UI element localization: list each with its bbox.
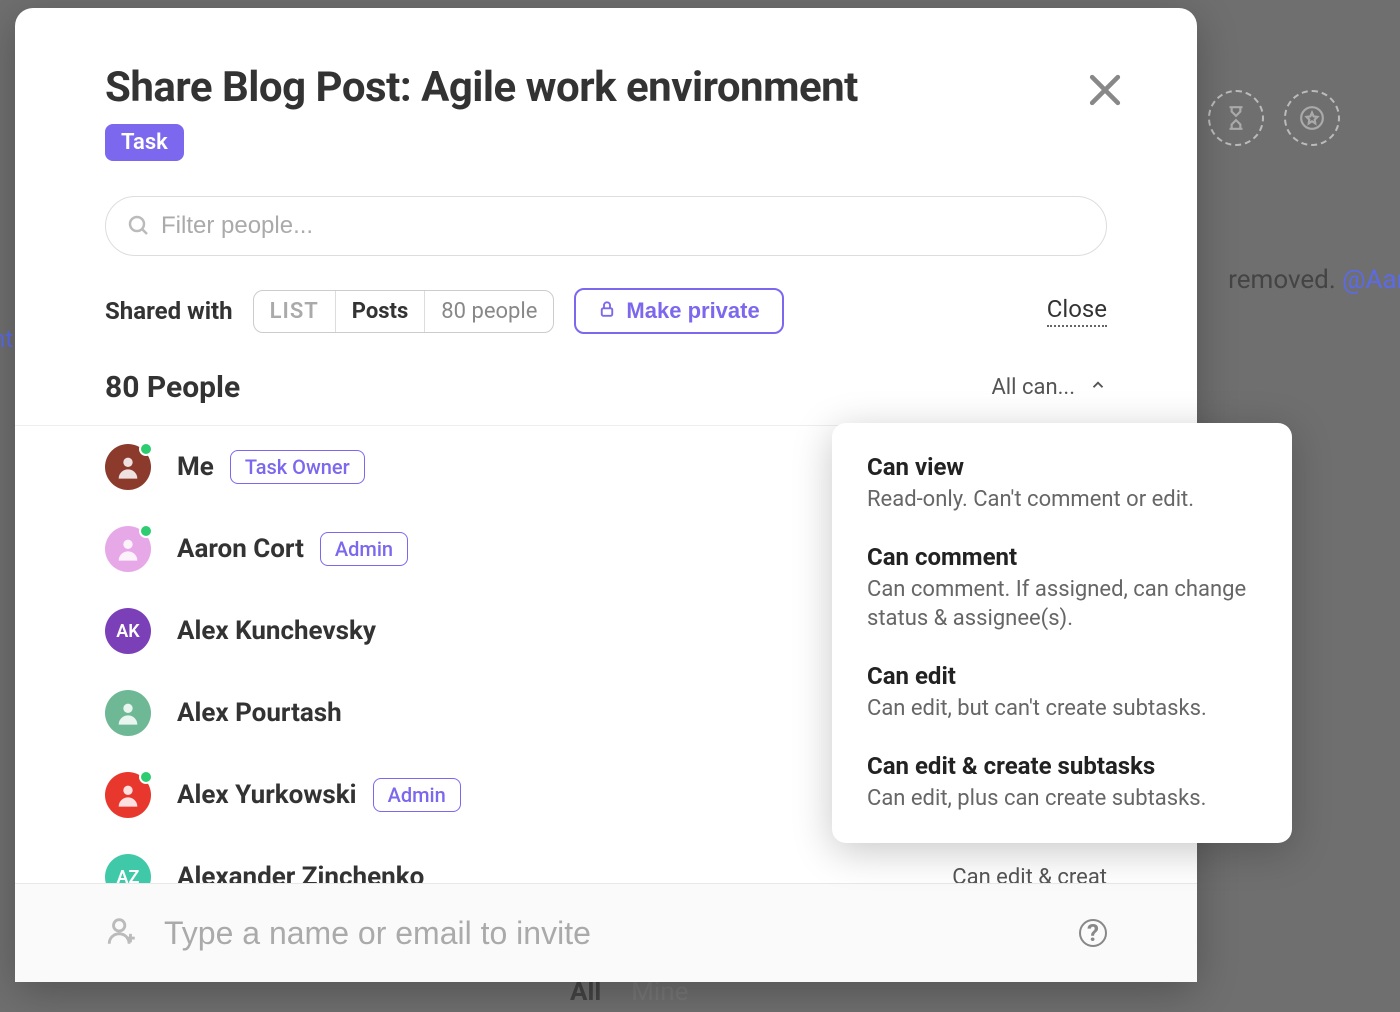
- permission-option[interactable]: Can edit Can edit, but can't create subta…: [867, 662, 1257, 724]
- permission-option[interactable]: Can comment Can comment. If assigned, can…: [867, 543, 1257, 634]
- help-icon[interactable]: ?: [1079, 919, 1107, 947]
- person-name: Alex Kunchevsky: [177, 616, 376, 646]
- permission-dropdown: Can view Read-only. Can't comment or edit…: [832, 423, 1292, 843]
- avatar: [105, 690, 151, 736]
- avatar: AK: [105, 608, 151, 654]
- segment-count: 80 people: [425, 291, 553, 332]
- permission-option[interactable]: Can edit & create subtasks Can edit, plus…: [867, 752, 1257, 814]
- avatar: [105, 772, 151, 818]
- permission-option-desc: Can comment. If assigned, can change sta…: [867, 575, 1257, 634]
- role-badge: Task Owner: [230, 450, 365, 484]
- background-text: removed. @Aaro: [1228, 265, 1400, 295]
- avatar: [105, 444, 151, 490]
- presence-indicator: [139, 770, 153, 784]
- segment-posts[interactable]: Posts: [336, 291, 426, 332]
- task-badge: Task: [105, 124, 184, 161]
- person-name: Me: [177, 452, 214, 482]
- close-icon[interactable]: [1083, 68, 1127, 112]
- all-can-dropdown-trigger[interactable]: All can...: [991, 375, 1107, 400]
- person-row[interactable]: AZ Alexander Zinchenko Can edit & creat: [105, 836, 1107, 883]
- person-name: Alex Pourtash: [177, 698, 342, 728]
- permission-option-title: Can edit & create subtasks: [867, 752, 1257, 780]
- person-name: Aaron Cort: [177, 534, 304, 564]
- people-count-header: 80 People: [105, 370, 240, 405]
- make-private-button[interactable]: Make private: [574, 288, 783, 334]
- shared-with-segment[interactable]: LIST Posts 80 people: [253, 290, 555, 333]
- permission-label[interactable]: Can edit & creat: [952, 865, 1107, 884]
- permission-option-desc: Can edit, but can't create subtasks.: [867, 694, 1257, 724]
- permission-option-title: Can view: [867, 453, 1257, 481]
- share-modal: Share Blog Post: Agile work environment …: [15, 8, 1197, 982]
- star-icon: [1284, 90, 1340, 146]
- hourglass-icon: [1208, 90, 1264, 146]
- permission-option-desc: Can edit, plus can create subtasks.: [867, 784, 1257, 814]
- background-text: nt: [0, 325, 13, 353]
- chevron-up-icon: [1089, 375, 1107, 400]
- role-badge: Admin: [320, 532, 408, 566]
- segment-list[interactable]: LIST: [254, 291, 336, 332]
- filter-people-input[interactable]: [105, 196, 1107, 256]
- modal-title: Share Blog Post: Agile work environment: [105, 63, 1107, 112]
- presence-indicator: [139, 442, 153, 456]
- permission-option-title: Can edit: [867, 662, 1257, 690]
- permission-option[interactable]: Can view Read-only. Can't comment or edit…: [867, 453, 1257, 515]
- role-badge: Admin: [373, 778, 461, 812]
- person-name: Alexander Zinchenko: [177, 862, 424, 883]
- search-icon: [127, 214, 151, 242]
- presence-indicator: [139, 524, 153, 538]
- permission-option-desc: Read-only. Can't comment or edit.: [867, 485, 1257, 515]
- shared-with-label: Shared with: [105, 297, 233, 325]
- person-name: Alex Yurkowski: [177, 780, 357, 810]
- avatar: AZ: [105, 854, 151, 883]
- permission-option-title: Can comment: [867, 543, 1257, 571]
- avatar: [105, 526, 151, 572]
- lock-icon: [598, 298, 616, 324]
- add-person-icon: [105, 914, 139, 952]
- invite-input[interactable]: [164, 915, 1054, 952]
- close-link[interactable]: Close: [1047, 295, 1107, 327]
